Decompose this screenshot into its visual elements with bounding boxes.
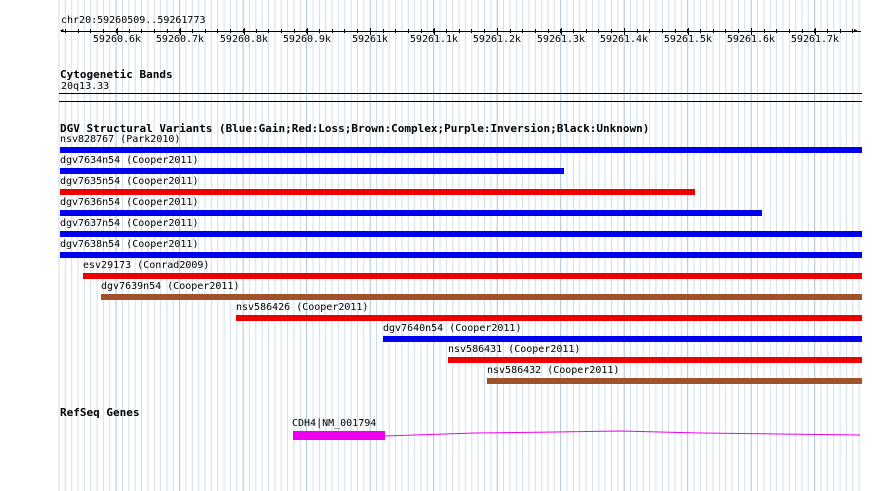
gene-exon [293, 431, 385, 440]
gene-intron-line [384, 430, 861, 437]
genome-browser-view: chr20:59260509..59261773 ◂ ▸ 59260.6k 592… [0, 0, 890, 491]
gene-model[interactable] [0, 0, 890, 491]
